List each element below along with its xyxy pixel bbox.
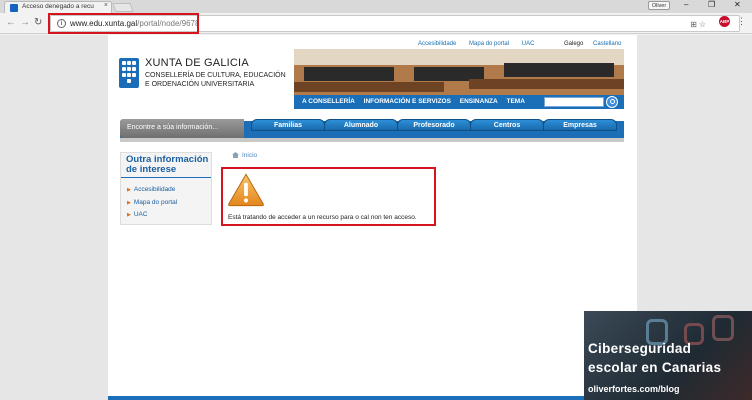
breadcrumb-inicio[interactable]: Inicio [242, 152, 257, 159]
lang-galego[interactable]: Galego [564, 41, 583, 47]
tab-close-icon[interactable]: × [104, 2, 108, 9]
sidebar-divider [121, 177, 211, 178]
sidebar-box: Outra información de interese ▶ Accesibil… [120, 152, 212, 225]
watermark-overlay: Ciberseguridad escolar en Canarias olive… [584, 311, 752, 400]
new-tab-button[interactable] [112, 3, 134, 12]
watermark-line1: Ciberseguridad [588, 341, 692, 356]
site-search-input[interactable] [544, 97, 604, 107]
sidebar-item-label: UAC [133, 211, 148, 218]
screen: Acceso denegado a recu × Oliver – ❐ ✕ ← … [0, 0, 752, 400]
watermark-line3: oliverfortes.com/blog [588, 384, 680, 394]
topnav-conselleria[interactable]: A CONSELLERÍA [302, 98, 355, 105]
language-links: Galego Castellano [564, 41, 621, 47]
tab-title: Acceso denegado a recu [22, 3, 94, 10]
access-denied-message: Está tratando de acceder a un recurso pa… [228, 214, 417, 221]
tab-alumnado-label: Alumnado [343, 122, 379, 129]
sidebar-title: Outra información de interese [126, 154, 209, 175]
window-close-icon[interactable]: ✕ [734, 0, 741, 9]
topnav-tema[interactable]: TEMA [507, 98, 525, 105]
lang-castellano[interactable]: Castellano [593, 41, 621, 47]
find-info-label: Encontre a súa información... [127, 124, 219, 131]
util-link-mapa[interactable]: Mapa do portal [469, 41, 509, 47]
home-icon [232, 152, 239, 158]
breadcrumb: Inicio [232, 152, 257, 159]
tab-strip: Acceso denegado a recu × Oliver – ❐ ✕ [0, 0, 752, 13]
sidebar-item-mapa[interactable]: ▶ Mapa do portal [127, 197, 177, 210]
page-footer-bar [108, 396, 637, 400]
bullet-icon: ▶ [127, 187, 131, 193]
star-icon[interactable]: ☆ [699, 20, 706, 29]
tab-profesorado[interactable]: Profesorado [397, 119, 471, 131]
tab-empresas[interactable]: Empresas [543, 119, 617, 131]
brand-name[interactable]: XUNTA DE GALICIA [145, 57, 249, 69]
tab-profesorado-label: Profesorado [413, 122, 455, 129]
tab-centros[interactable]: Centros [470, 119, 544, 131]
access-denied-alert: Está tratando de acceder a un recurso pa… [221, 167, 436, 226]
tab-empresas-label: Empresas [563, 122, 597, 129]
util-link-uac[interactable]: UAC [522, 41, 535, 47]
back-icon[interactable]: ← [6, 17, 16, 28]
tab-centros-label: Centros [493, 122, 521, 129]
forward-icon[interactable]: → [20, 17, 30, 28]
web-page: XUNTA DE GALICIA CONSELLERÍA DE CULTURA,… [108, 35, 637, 400]
translate-icon[interactable]: ⊞ [690, 20, 697, 29]
watermark-line2: escolar en Canarias [588, 360, 722, 375]
minimize-icon[interactable]: – [684, 0, 688, 9]
adblock-icon[interactable]: ABP [719, 16, 730, 27]
sidebar-item-accesibilidade[interactable]: ▶ Accesibilidade [127, 184, 177, 197]
find-info-prompt[interactable]: Encontre a súa información... [120, 119, 244, 138]
restore-icon[interactable]: ❐ [708, 0, 715, 9]
sidebar-list: ▶ Accesibilidade ▶ Mapa do portal ▶ UAC [127, 184, 177, 222]
util-link-accesibilidade[interactable]: Accesibilidade [418, 41, 456, 47]
brand-subtitle: CONSELLERÍA DE CULTURA, EDUCACIÓN E ORDE… [145, 72, 286, 89]
site-favicon-icon [10, 4, 18, 12]
warning-icon [228, 173, 264, 207]
header-banner-image [294, 49, 624, 95]
utility-links: Accesibilidade Mapa do portal UAC [418, 41, 545, 47]
bullet-icon: ▶ [127, 199, 131, 206]
brand-subtitle-line2: E ORDENACIÓN UNIVERSITARIA [145, 80, 255, 88]
tab-alumnado[interactable]: Alumnado [324, 119, 398, 131]
tab-familias-label: Familias [273, 122, 302, 129]
topnav-informacion[interactable]: INFORMACIÓN E SERVIZOS [364, 98, 451, 105]
sidebar-item-uac[interactable]: ▶ UAC [127, 209, 177, 222]
browser-tab[interactable]: Acceso denegado a recu × [4, 1, 112, 13]
search-button[interactable] [606, 96, 618, 108]
tab-familias[interactable]: Familias [251, 119, 325, 131]
search-icon [610, 99, 615, 104]
reload-icon[interactable]: ↻ [34, 17, 42, 28]
brand-subtitle-line1: CONSELLERÍA DE CULTURA, EDUCACIÓN [145, 72, 286, 79]
sidebar-item-label: Mapa do portal [133, 198, 178, 206]
topnav-ensinanza[interactable]: ENSINANZA [460, 98, 498, 105]
xunta-logo-icon[interactable] [119, 58, 139, 88]
lock-icon [712, 315, 734, 341]
nav-shadow [120, 138, 624, 142]
sidebar-item-label: Accesibilidade [133, 186, 176, 193]
profile-chip[interactable]: Oliver [648, 1, 670, 10]
url-highlight-box [48, 13, 199, 34]
bullet-icon: ▶ [127, 212, 131, 218]
menu-icon[interactable]: ⋮ [737, 16, 746, 27]
